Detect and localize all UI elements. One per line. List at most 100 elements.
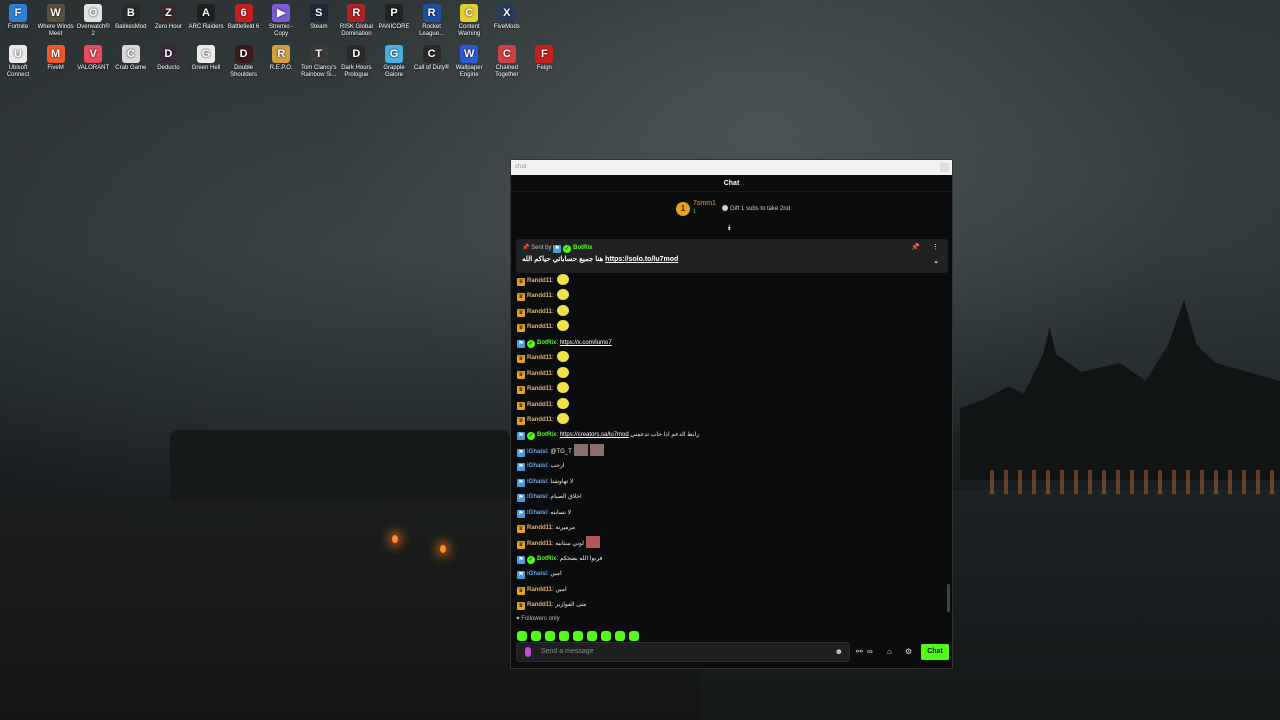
chat-message[interactable]: ⚑ ✓ BotRix: فرتوا الله بصحكم [517,552,947,567]
more-options-icon[interactable]: ⋮ [932,242,939,254]
infinity-icon[interactable]: ∞ [867,647,873,656]
chat-message[interactable]: ♛ Randd11: [517,274,947,289]
chat-username[interactable]: Randd11 [527,324,552,330]
desktop-shortcut[interactable]: ▶ Stremio - Copy [262,4,300,38]
chat-username[interactable]: iGhaisi [527,494,547,500]
pin-icon[interactable]: 📌 [911,242,920,254]
desktop-shortcut[interactable]: D Dark Hours Prologue [337,45,375,79]
chat-message[interactable]: ♛ Randd11: متى الفوازير [517,598,947,612]
chat-username[interactable]: Randd11 [527,417,552,423]
window-close-button[interactable] [940,163,949,172]
chat-username[interactable]: Randd11 [527,587,552,593]
send-chat-button[interactable]: Chat [921,644,949,660]
desktop-shortcut[interactable]: P PANICORE [375,4,413,31]
chevron-down-icon[interactable]: ⌄ [933,256,939,268]
desktop-shortcut[interactable]: V VALORANT [74,45,112,72]
desktop-shortcut[interactable]: C Chained Together [488,45,526,79]
chat-username[interactable]: Randd11 [527,525,552,531]
chat-username[interactable]: Randd11 [527,371,552,377]
desktop-shortcut[interactable]: D Double Shoulders [225,45,263,79]
chat-username[interactable]: Randd11 [527,386,552,392]
mic-icon[interactable] [525,647,531,657]
desktop-shortcut[interactable]: G Grapple Galore [375,45,413,79]
emote-quick-6[interactable] [587,631,597,641]
desktop-shortcut[interactable]: T Tom Clancy's Rainbow Si... [300,45,338,79]
desktop-shortcut[interactable]: C Content Warning [450,4,488,38]
chat-username[interactable]: iGhaisi [527,510,547,516]
desktop-shortcut[interactable]: A ARC Raiders [187,4,225,31]
desktop-shortcut[interactable]: G Green Hell [187,45,225,72]
chat-message[interactable]: ♛ Randd11: [517,320,947,335]
chat-username[interactable]: iGhaisi [527,479,547,485]
desktop-shortcut[interactable]: F Feign [525,45,563,72]
gift-goal-row[interactable]: 1 7smm1 1 Gift 1 subs to take 2nd ⯯ [511,192,952,232]
pinned-sent-by-name[interactable]: BotRix [573,245,592,251]
chat-message[interactable]: ♛ Randd11: [517,412,947,428]
chat-message[interactable]: ⚑ iGhaisi: ارحب [517,459,947,474]
emote-quick-9[interactable] [629,631,639,641]
window-titlebar[interactable]: chat [511,160,952,175]
chat-username[interactable]: iGhaisi [527,571,547,577]
store-icon[interactable]: ⌂ [887,647,892,656]
chat-username[interactable]: BotRix [537,432,556,438]
desktop-shortcut[interactable]: R R.E.P.O. [262,45,300,72]
chat-message[interactable]: ♛ Randd11: [517,289,947,304]
chat-username[interactable]: iGhaisi [527,449,547,455]
desktop-shortcut[interactable]: S Steam [300,4,338,31]
chat-username[interactable]: iGhaisi [527,463,547,469]
chat-message[interactable]: ♛ Randd11: [517,304,947,320]
desktop-shortcut[interactable]: Z Zero Hour [149,4,187,31]
pinned-message[interactable]: 📌 Sent by ⚑ ✓ BotRix 📌 ⋮ هنا جميع حساباتي … [516,239,948,273]
chat-message[interactable]: ♛ Randd11: لوتي ستانيه [517,536,947,551]
chat-scrollbar[interactable] [947,584,950,612]
chat-username[interactable]: Randd11 [527,355,552,361]
chat-username[interactable]: Randd11 [527,278,552,284]
chat-input-box[interactable]: ☻ [516,642,850,662]
chat-message[interactable]: ♛ Randd11: مرميرنه [517,521,947,536]
emote-quick-bar[interactable] [517,628,643,641]
chat-message[interactable]: ♛ Randd11: [517,366,947,382]
chat-input[interactable] [541,648,821,655]
emote-quick-2[interactable] [531,631,541,641]
desktop-shortcut[interactable]: C Crab Game [112,45,150,72]
desktop-shortcut[interactable]: C Call of Duty® [413,45,451,72]
chat-message[interactable]: ⚑ ✓ BotRix: https://x.com/lumo7 [517,336,947,351]
desktop-shortcut[interactable]: R RISK Global Domination [337,4,375,38]
desktop-shortcut[interactable]: R Rocket League... [413,4,451,38]
emote-quick-4[interactable] [559,631,569,641]
desktop-shortcut[interactable]: X FiveMods [488,4,526,31]
chat-username[interactable]: Randd11 [527,541,552,547]
gear-icon[interactable]: ⚙ [905,647,912,656]
chat-message[interactable]: ⚑ iGhaisi: @TG_T [517,443,947,459]
desktop-shortcut[interactable]: U Ubisoft Connect [0,45,37,79]
desktop-shortcut[interactable]: F Fortnite [0,4,37,31]
chat-message[interactable]: ⚑ ✓ BotRix: https://creators.sa/lu7mod راب… [517,428,947,443]
chat-message[interactable]: ⚑ iGhaisi: اخلاق الصيام [517,490,947,505]
chat-username[interactable]: BotRix [537,556,556,562]
chat-username[interactable]: Randd11 [527,402,552,408]
desktop-shortcut[interactable]: W Where Winds Meet [37,4,75,38]
collapse-icon[interactable]: ⯯ [727,223,732,233]
chat-message[interactable]: ♛ Randd11: [517,382,947,397]
chat-message[interactable]: ♛ Randd11: [517,397,947,413]
chat-link[interactable]: https://x.com/lumo7 [560,340,612,346]
chat-message[interactable]: ⚑ iGhaisi: لا تسابنه [517,506,947,521]
desktop-shortcut[interactable]: B BakkesMod [112,4,150,31]
goal-user[interactable]: 7smm1 [693,200,716,207]
chat-message-list[interactable]: ♛ Randd11: ♛ Randd11: ♛ Randd11: ♛ Randd11: … [517,274,947,612]
emoji-icon[interactable]: ☻ [835,643,843,661]
emote-quick-1[interactable] [517,631,527,641]
chat-message[interactable]: ♛ Randd11: [517,351,947,366]
chat-link[interactable]: https://creators.sa/lu7mod [560,432,629,438]
emote-quick-5[interactable] [573,631,583,641]
chat-username[interactable]: Randd11 [527,602,552,608]
chat-message[interactable]: ♛ Randd11: امين [517,583,947,598]
desktop-shortcut[interactable]: W Wallpaper Engine [450,45,488,79]
share-icon[interactable]: ⚯ [856,647,863,656]
chat-message[interactable]: ⚑ iGhaisi: امين [517,567,947,582]
chat-username[interactable]: Randd11 [527,293,552,299]
desktop-shortcut[interactable]: O Overwatch® 2 [74,4,112,38]
emote-quick-8[interactable] [615,631,625,641]
desktop-shortcut[interactable]: D Deducto [149,45,187,72]
emote-quick-7[interactable] [601,631,611,641]
